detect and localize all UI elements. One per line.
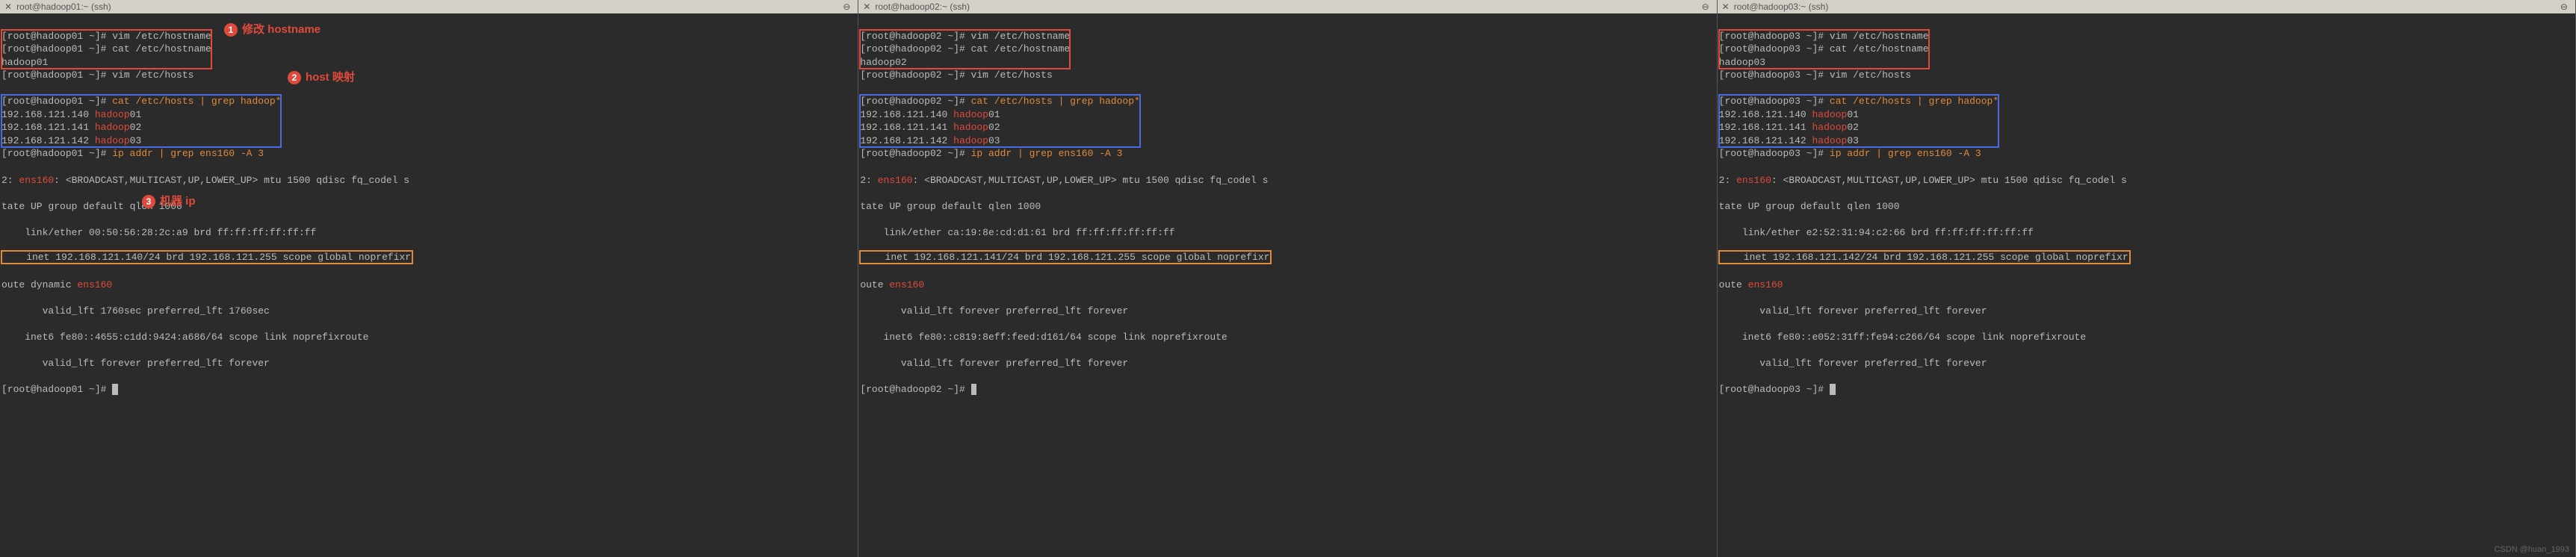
output-line: inet6 fe80::4655:c1dd:9424:a686/64 scope…: [1, 331, 856, 344]
hosts-line: 192.168.121.142 hadoop03: [860, 134, 1139, 148]
output-line: inet 192.168.121.140/24 brd 192.168.121.…: [1, 252, 856, 266]
output-line: valid_lft 1760sec preferred_lft 1760sec: [1, 305, 856, 318]
output-line: oute ens160: [1719, 278, 2574, 292]
output-line: link/ether e2:52:31:94:c2:66 brd ff:ff:f…: [1719, 226, 2574, 240]
cmd-line: [root@hadoop01 ~]# ip addr | grep ens160…: [1, 147, 856, 161]
terminal-output-3[interactable]: [root@hadoop03 ~]# vim /etc/hostname[roo…: [1718, 13, 2575, 426]
hostname-output: hadoop01: [1, 56, 211, 69]
hostname-output: hadoop02: [860, 56, 1070, 69]
tab-title: root@hadoop01:~ (ssh): [16, 1, 111, 12]
minimize-icon[interactable]: ⊖: [843, 1, 850, 12]
output-line: tate UP group default qlen 1000: [1, 200, 856, 214]
cmd-line: [root@hadoop01 ~]# cat /etc/hosts | grep…: [1, 95, 281, 108]
output-line: inet 192.168.121.141/24 brd 192.168.121.…: [860, 252, 1715, 266]
hosts-line: 192.168.121.142 hadoop03: [1, 134, 281, 148]
close-icon[interactable]: ✕: [4, 1, 12, 12]
output-line: link/ether ca:19:8e:cd:d1:61 brd ff:ff:f…: [860, 226, 1715, 240]
hosts-line: 192.168.121.140 hadoop01: [1719, 108, 1998, 122]
output-line: 2: ens160: <BROADCAST,MULTICAST,UP,LOWER…: [860, 174, 1715, 187]
cmd-line: [root@hadoop01 ~]# vim /etc/hosts: [1, 69, 856, 82]
titlebar-3: ✕ root@hadoop03:~ (ssh) ⊖: [1718, 0, 2575, 13]
cmd-line: [root@hadoop02 ~]# vim /etc/hosts: [860, 69, 1715, 82]
output-line: inet6 fe80::e052:31ff:fe94:c266/64 scope…: [1719, 331, 2574, 344]
output-line: tate UP group default qlen 1000: [860, 200, 1715, 214]
ip-highlight: inet 192.168.121.140/24 brd 192.168.121.…: [1, 251, 412, 264]
cmd-line: [root@hadoop03 ~]# cat /etc/hostname: [1719, 43, 1929, 56]
tab-title: root@hadoop03:~ (ssh): [1734, 1, 1829, 12]
prompt-line: [root@hadoop03 ~]#: [1719, 383, 2574, 396]
terminal-output-1[interactable]: [root@hadoop01 ~]# vim /etc/hostname[roo…: [0, 13, 858, 426]
cursor: [1830, 384, 1836, 395]
output-line: tate UP group default qlen 1000: [1719, 200, 2574, 214]
output-line: link/ether 00:50:56:28:2c:a9 brd ff:ff:f…: [1, 226, 856, 240]
cmd-line: [root@hadoop01 ~]# cat /etc/hostname: [1, 43, 211, 56]
watermark: CSDN @huan_1993: [2495, 545, 2569, 554]
cursor: [112, 384, 118, 395]
hosts-line: 192.168.121.142 hadoop03: [1719, 134, 1998, 148]
cmd-line: [root@hadoop02 ~]# cat /etc/hostname: [860, 43, 1070, 56]
output-line: valid_lft forever preferred_lft forever: [860, 305, 1715, 318]
titlebar-1: ✕ root@hadoop01:~ (ssh) ⊖: [0, 0, 858, 13]
cmd-line: [root@hadoop03 ~]# cat /etc/hosts | grep…: [1719, 95, 1998, 108]
output-line: 2: ens160: <BROADCAST,MULTICAST,UP,LOWER…: [1, 174, 856, 187]
annotation-3: 3机器 ip: [142, 193, 196, 208]
output-line: valid_lft forever preferred_lft forever: [1719, 305, 2574, 318]
output-line: valid_lft forever preferred_lft forever: [860, 357, 1715, 370]
output-line: valid_lft forever preferred_lft forever: [1, 357, 856, 370]
ip-highlight: inet 192.168.121.141/24 brd 192.168.121.…: [860, 251, 1271, 264]
minimize-icon[interactable]: ⊖: [2560, 1, 2568, 12]
ip-highlight: inet 192.168.121.142/24 brd 192.168.121.…: [1719, 251, 2130, 264]
terminal-pane-3: ✕ root@hadoop03:~ (ssh) ⊖ [root@hadoop03…: [1718, 0, 2576, 557]
output-line: oute dynamic ens160: [1, 278, 856, 292]
cmd-line: [root@hadoop02 ~]# vim /etc/hostname: [860, 30, 1070, 43]
tab-title: root@hadoop02:~ (ssh): [875, 1, 970, 12]
titlebar-2: ✕ root@hadoop02:~ (ssh) ⊖: [858, 0, 1716, 13]
hostname-output: hadoop03: [1719, 56, 1929, 69]
terminal-pane-1: ✕ root@hadoop01:~ (ssh) ⊖ 1修改 hostname 2…: [0, 0, 858, 557]
cmd-line: [root@hadoop03 ~]# vim /etc/hosts: [1719, 69, 2574, 82]
cmd-line: [root@hadoop01 ~]# vim /etc/hostname: [1, 30, 211, 43]
output-line: valid_lft forever preferred_lft forever: [1719, 357, 2574, 370]
cmd-line: [root@hadoop02 ~]# ip addr | grep ens160…: [860, 147, 1715, 161]
output-line: oute ens160: [860, 278, 1715, 292]
cmd-line: [root@hadoop03 ~]# vim /etc/hostname: [1719, 30, 1929, 43]
cursor: [971, 384, 977, 395]
hosts-line: 192.168.121.141 hadoop02: [860, 121, 1139, 134]
cmd-line: [root@hadoop03 ~]# ip addr | grep ens160…: [1719, 147, 2574, 161]
hosts-line: 192.168.121.140 hadoop01: [1, 108, 281, 122]
terminal-pane-2: ✕ root@hadoop02:~ (ssh) ⊖ [root@hadoop02…: [858, 0, 1717, 557]
prompt-line: [root@hadoop01 ~]#: [1, 383, 856, 396]
minimize-icon[interactable]: ⊖: [1702, 1, 1709, 12]
terminal-output-2[interactable]: [root@hadoop02 ~]# vim /etc/hostname[roo…: [858, 13, 1716, 426]
output-line: 2: ens160: <BROADCAST,MULTICAST,UP,LOWER…: [1719, 174, 2574, 187]
close-icon[interactable]: ✕: [863, 1, 870, 12]
prompt-line: [root@hadoop02 ~]#: [860, 383, 1715, 396]
output-line: inet 192.168.121.142/24 brd 192.168.121.…: [1719, 252, 2574, 266]
close-icon[interactable]: ✕: [1722, 1, 1730, 12]
hosts-line: 192.168.121.141 hadoop02: [1, 121, 281, 134]
terminal-container: ✕ root@hadoop01:~ (ssh) ⊖ 1修改 hostname 2…: [0, 0, 2576, 557]
output-line: inet6 fe80::c819:8eff:feed:d161/64 scope…: [860, 331, 1715, 344]
annotation-1: 1修改 hostname: [224, 21, 321, 37]
hosts-line: 192.168.121.141 hadoop02: [1719, 121, 1998, 134]
annotation-2: 2host 映射: [288, 69, 355, 84]
hosts-line: 192.168.121.140 hadoop01: [860, 108, 1139, 122]
cmd-line: [root@hadoop02 ~]# cat /etc/hosts | grep…: [860, 95, 1139, 108]
